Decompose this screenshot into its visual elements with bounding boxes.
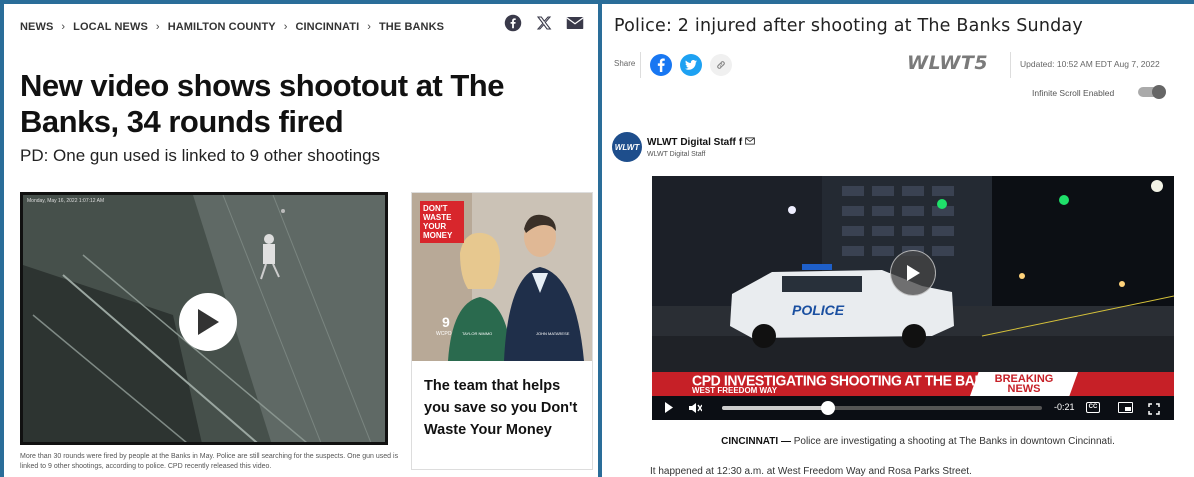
video-caption: More than 30 rounds were fired by people… <box>20 453 399 470</box>
facebook-icon[interactable] <box>504 14 522 32</box>
play-button[interactable] <box>890 250 936 296</box>
dateline: CINCINNATI — <box>721 436 791 447</box>
twitter-share-button[interactable] <box>680 54 702 76</box>
wcpo-logo: 9 <box>442 314 450 330</box>
chevron-right-icon: › <box>367 21 371 33</box>
x-icon[interactable] <box>536 15 552 31</box>
closed-captions-button[interactable]: CC <box>1086 402 1100 413</box>
breadcrumb-cincinnati[interactable]: CINCINNATI <box>295 21 359 33</box>
breadcrumb: NEWS › LOCAL NEWS › HAMILTON COUNTY › CI… <box>20 21 444 33</box>
share-label: Share <box>614 59 636 68</box>
facebook-icon[interactable]: f <box>739 137 742 148</box>
svg-text:JOHN MATARESE: JOHN MATARESE <box>536 331 570 336</box>
mail-icon[interactable] <box>566 16 584 30</box>
police-car-label: POLICE <box>792 302 845 318</box>
promo-image: 9 WCPO TAYLOR NIMMO JOHN MATARESE DON'T … <box>412 193 592 361</box>
breaking-news-badge: BREAKING NEWS <box>970 372 1078 396</box>
promo-card[interactable]: 9 WCPO TAYLOR NIMMO JOHN MATARESE DON'T … <box>411 192 593 470</box>
divider <box>640 52 641 78</box>
updated-timestamp: Updated: 10:52 AM EDT Aug 7, 2022 <box>1020 59 1160 69</box>
facebook-icon <box>657 58 665 72</box>
article-headline: New video shows shootout at The Banks, 3… <box>20 68 504 139</box>
article-title: Police: 2 injured after shooting at The … <box>614 16 1083 36</box>
link-icon <box>717 61 725 69</box>
article-video-player[interactable]: Monday, May 16, 2022 1:07:12 AM <box>20 192 388 445</box>
share-buttons <box>650 54 732 76</box>
facebook-share-button[interactable] <box>650 54 672 76</box>
article-subhead: PD: One gun used is linked to 9 other sh… <box>20 146 381 165</box>
toggle-knob <box>1152 85 1166 99</box>
author-subtitle: WLWT Digital Staff <box>647 151 706 158</box>
copy-link-button[interactable] <box>710 54 732 76</box>
chevron-right-icon: › <box>61 21 66 33</box>
lower-third-location: WEST FREEDOM WAY <box>692 386 778 395</box>
time-remaining: -0:21 <box>1054 402 1075 412</box>
author-byline: WLWT Digital Staff f <box>647 137 756 148</box>
play-button[interactable] <box>179 293 237 351</box>
fullscreen-icon[interactable] <box>1148 402 1160 420</box>
mute-icon[interactable] <box>688 402 702 414</box>
infinite-scroll-label: Infinite Scroll Enabled <box>1032 88 1115 98</box>
article-paragraph-2: It happened at 12:30 a.m. at West Freedo… <box>650 466 972 477</box>
news-video-player[interactable]: POLICE CPD INVESTIGATING SHOOTING AT THE… <box>652 176 1174 420</box>
author-name[interactable]: WLWT Digital Staff <box>647 137 736 148</box>
share-icons <box>504 14 584 32</box>
play-icon <box>907 265 920 281</box>
video-progress-bar[interactable] <box>722 401 1042 415</box>
breadcrumb-the-banks[interactable]: THE BANKS <box>379 21 444 33</box>
news-lower-third: CPD INVESTIGATING SHOOTING AT THE BANKS … <box>652 372 1174 396</box>
infinite-scroll-toggle[interactable] <box>1138 85 1166 99</box>
play-small-icon[interactable] <box>664 402 673 413</box>
right-article-panel: Police: 2 injured after shooting at The … <box>602 4 1194 477</box>
breadcrumb-news[interactable]: NEWS <box>20 21 53 33</box>
twitter-icon <box>685 60 697 70</box>
play-icon <box>198 309 219 335</box>
breadcrumb-hamilton-county[interactable]: HAMILTON COUNTY <box>168 21 276 33</box>
video-controls: -0:21 CC <box>652 396 1174 420</box>
chevron-right-icon: › <box>283 21 288 33</box>
svg-text:TAYLOR NIMMO: TAYLOR NIMMO <box>462 331 492 336</box>
article-paragraph-1: CINCINNATI — Police are investigating a … <box>721 436 1115 447</box>
video-timestamp: Monday, May 16, 2022 1:07:12 AM <box>27 198 105 204</box>
svg-text:WCPO: WCPO <box>436 331 452 337</box>
breadcrumb-local-news[interactable]: LOCAL NEWS <box>73 21 148 33</box>
progress-handle[interactable] <box>820 401 835 415</box>
chevron-right-icon: › <box>155 21 160 33</box>
promo-badge: DON'T WASTE YOUR MONEY <box>420 201 464 243</box>
picture-in-picture-icon[interactable] <box>1118 402 1133 413</box>
progress-fill <box>722 406 828 410</box>
promo-text[interactable]: The team that helps you save so you Don'… <box>424 375 584 441</box>
left-article-panel: NEWS › LOCAL NEWS › HAMILTON COUNTY › CI… <box>4 4 598 477</box>
divider <box>1010 52 1011 78</box>
author-avatar: WLWT <box>612 132 642 162</box>
mail-icon[interactable] <box>745 137 756 148</box>
wlwt-logo[interactable]: WLWT5 <box>907 52 988 74</box>
